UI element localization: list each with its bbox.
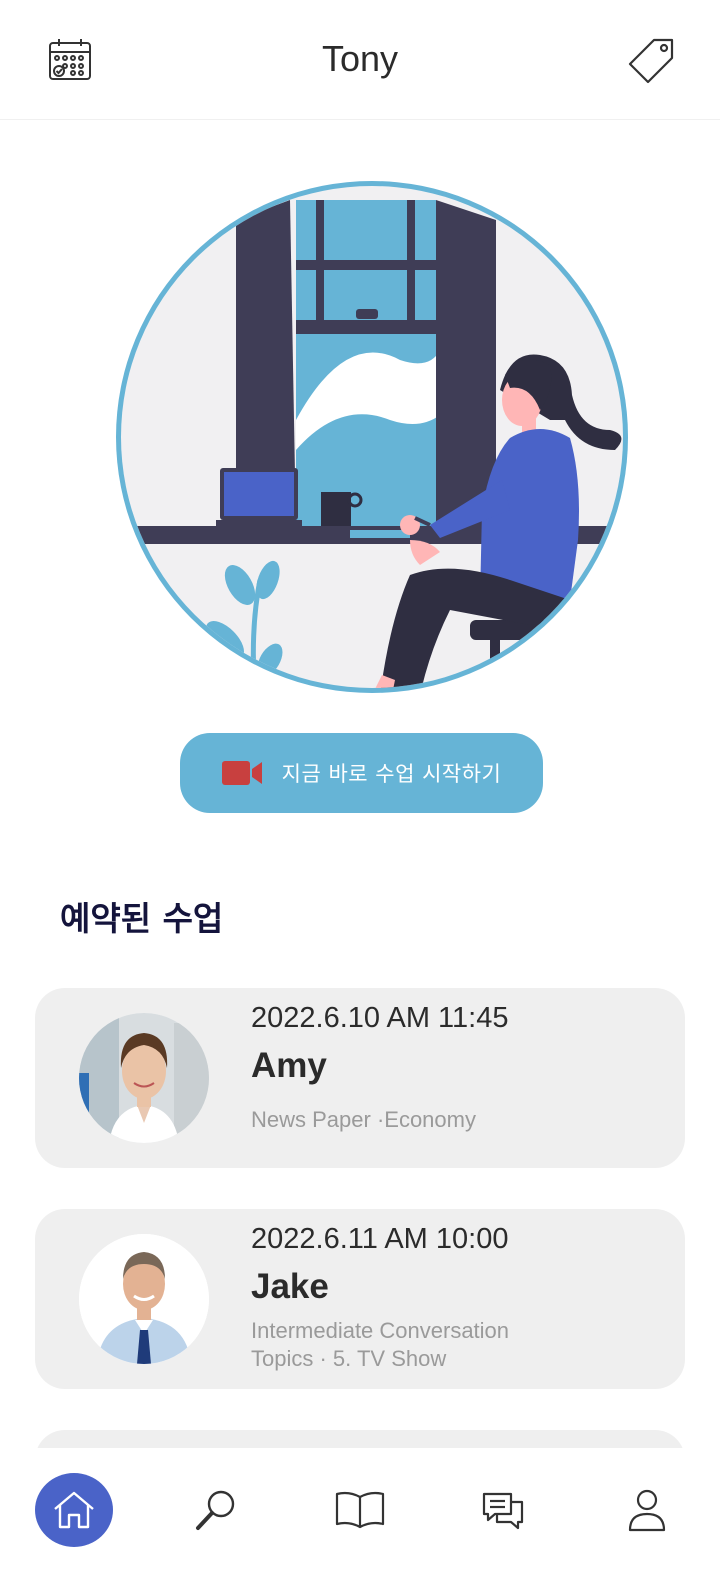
- profile-icon[interactable]: [609, 1472, 685, 1548]
- lesson-topic-line1: Intermediate Conversation: [251, 1318, 510, 1343]
- search-icon[interactable]: [178, 1472, 254, 1548]
- lesson-datetime: 2022.6.10 AM 11:45: [251, 1002, 509, 1034]
- chat-icon[interactable]: [465, 1472, 541, 1548]
- start-lesson-button[interactable]: 지금 바로 수업 시작하기: [180, 733, 543, 813]
- lesson-card[interactable]: 2022.6.11 AM 10:00 Jake Intermediate Con…: [35, 1209, 685, 1389]
- lesson-card[interactable]: 2022.6.10 AM 11:45 Amy News Paper ·Econo…: [35, 988, 685, 1168]
- lesson-topic-line2: Topics · 5. TV Show: [251, 1346, 447, 1371]
- start-lesson-label: 지금 바로 수업 시작하기: [281, 762, 502, 786]
- tutor-avatar: [79, 1234, 209, 1364]
- bottom-tab-bar: [0, 1448, 720, 1570]
- video-camera-icon: [221, 760, 264, 786]
- tutor-name: Amy: [251, 1046, 327, 1085]
- lesson-datetime: 2022.6.11 AM 10:00: [251, 1223, 509, 1255]
- home-icon[interactable]: [35, 1473, 113, 1547]
- tutor-name: Jake: [251, 1267, 329, 1306]
- hero-illustration: [110, 180, 630, 695]
- lesson-topic: News Paper ·Economy: [251, 1107, 476, 1132]
- book-icon[interactable]: [322, 1472, 398, 1548]
- tutor-avatar: [79, 1013, 209, 1143]
- page-title: Tony: [321, 38, 399, 79]
- section-title: 예약된 수업: [60, 899, 224, 938]
- app-header: Tony: [0, 0, 720, 120]
- tag-icon[interactable]: [628, 36, 676, 84]
